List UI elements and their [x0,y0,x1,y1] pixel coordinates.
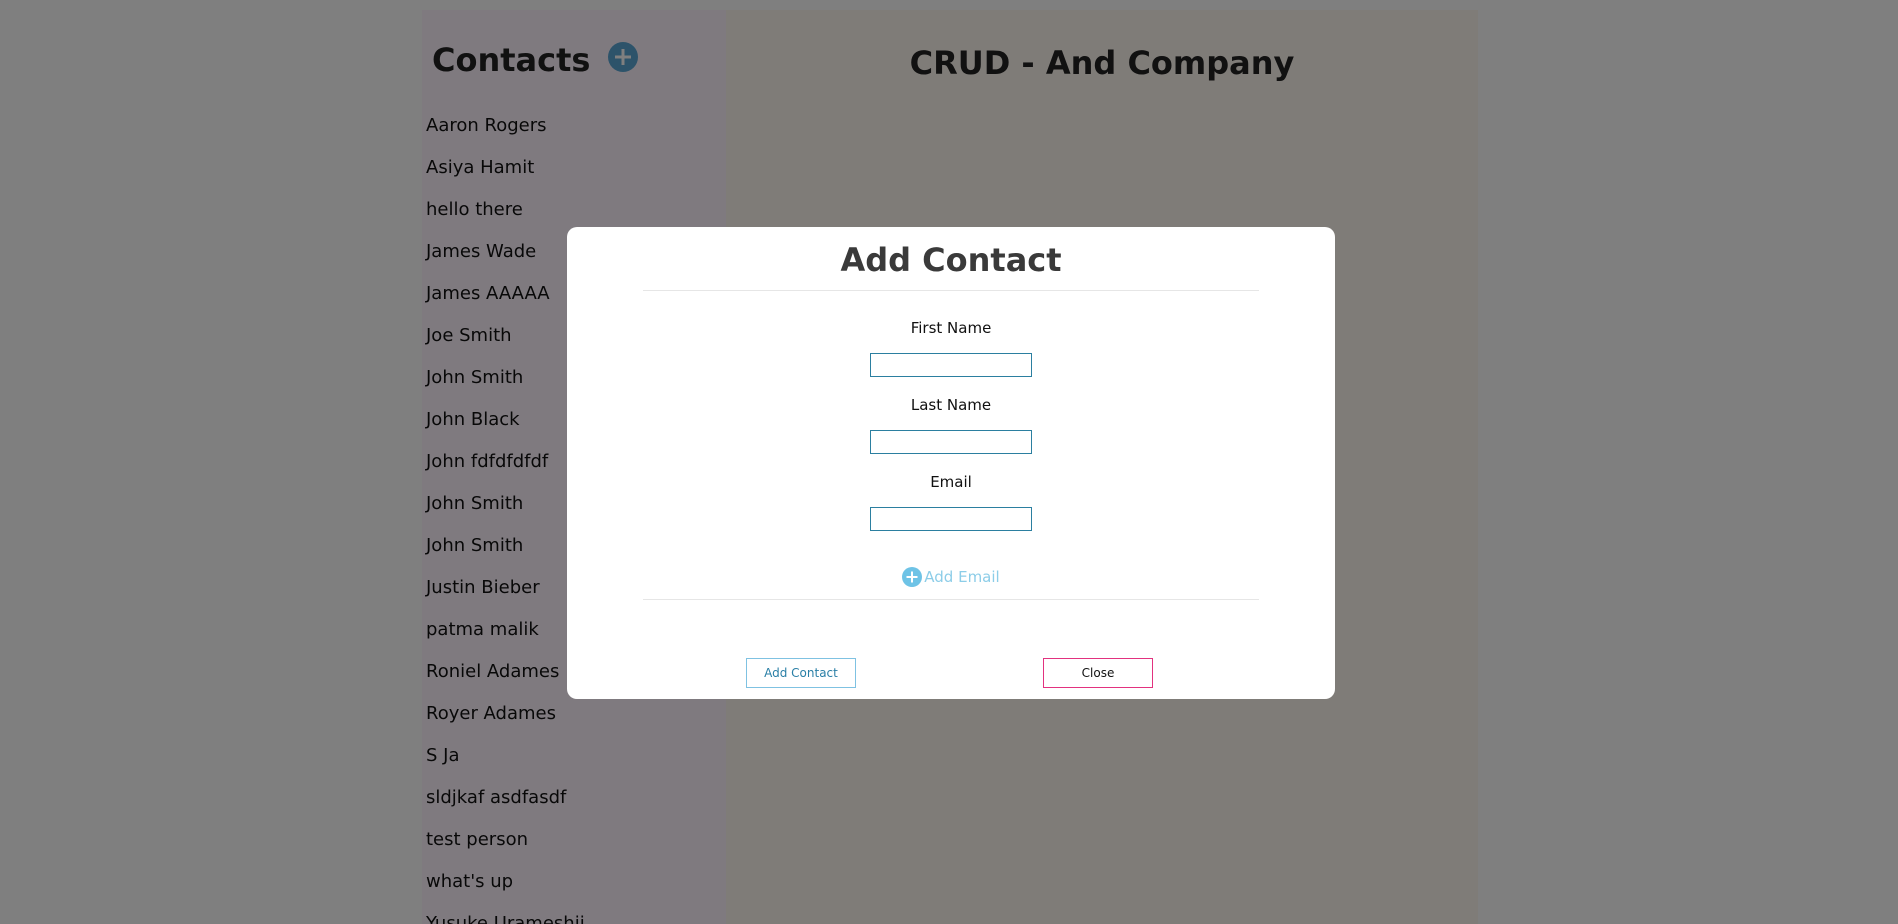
add-email-link[interactable]: Add Email [567,567,1335,587]
modal-divider-top [643,290,1259,291]
add-email-label: Add Email [924,568,1000,586]
email-input[interactable] [870,507,1032,531]
add-contact-modal: Add Contact First Name Last Name Email A… [567,227,1335,699]
modal-title: Add Contact [840,241,1062,279]
email-label: Email [930,473,972,491]
close-button[interactable]: Close [1043,658,1153,688]
add-contact-button[interactable]: Add Contact [746,658,856,688]
first-name-input[interactable] [870,353,1032,377]
last-name-label: Last Name [910,396,992,414]
modal-divider-bottom [643,599,1259,600]
first-name-label: First Name [910,319,992,337]
last-name-input[interactable] [870,430,1032,454]
plus-circle-icon [902,567,923,587]
